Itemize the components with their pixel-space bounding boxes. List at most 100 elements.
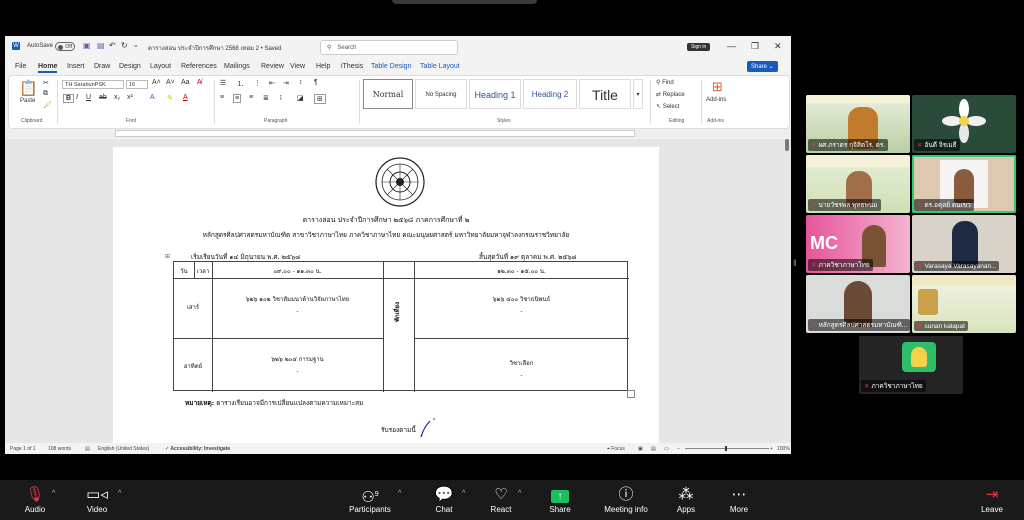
subscript-icon[interactable]: x₂ [114,94,120,101]
paste-icon[interactable]: 📋 [19,79,38,97]
format-painter-icon[interactable]: 🖌 [43,101,52,109]
zoom-level[interactable]: 100% [777,446,790,452]
justify-icon[interactable]: ≣ [263,94,269,102]
focus-button[interactable]: ⌖ Focus [607,446,625,452]
tab-design[interactable]: Design [119,63,141,70]
tab-ithesis[interactable]: iThesis [341,63,363,70]
numbering-icon[interactable]: ⒈ [237,79,244,89]
gallery-collapse-handle-icon[interactable]: ‖ [793,258,797,268]
select-button[interactable]: ↖ Select [656,103,679,110]
zoom-slider-thumb[interactable] [725,446,727,451]
zoom-in-icon[interactable]: + [770,446,773,452]
web-layout-icon[interactable]: ▭ [664,446,669,452]
font-color-icon[interactable]: A [183,94,188,101]
customize-qat-chevron-icon[interactable]: ⌄ [133,41,139,49]
cut-icon[interactable]: ✂ [43,79,49,87]
align-left-icon[interactable]: ≡ [220,94,224,101]
undo-icon[interactable]: ↶ [109,41,116,50]
schedule-table[interactable]: วัน เวลา ๐๙.๐๐ - ๑๑.๓๐ น. ๑๒.๓๐ - ๑๕.๐๐ … [173,261,629,392]
tab-insert[interactable]: Insert [67,63,85,70]
save-icon[interactable]: ▣ [83,41,91,50]
participant-tile[interactable]: ✕ Varasaya Varasayanan... [912,215,1016,273]
bold-icon[interactable]: B [63,94,75,103]
minimize-icon[interactable]: — [727,41,736,51]
language[interactable]: English (United States) [98,446,149,452]
signin-button[interactable]: Sign in [687,43,711,51]
tab-help[interactable]: Help [316,63,330,70]
leave-button[interactable]: ⇥ Leave [962,486,1022,514]
autosave-toggle[interactable]: Off [55,42,75,51]
tab-home[interactable]: Home [38,63,58,73]
copy-icon[interactable]: ⧉ [43,90,48,98]
accessibility-status[interactable]: ✓ Accessibility: Investigate [165,446,230,452]
redo-icon[interactable]: ↻ [121,41,128,50]
table-resize-handle[interactable] [627,390,635,398]
superscript-icon[interactable]: x² [127,94,133,101]
style-heading-2[interactable]: Heading 2 [523,79,577,109]
tab-table-layout[interactable]: Table Layout [420,63,460,70]
line-spacing-icon[interactable]: ↨ [279,94,283,101]
search-input[interactable]: ⚲ Search [320,40,458,55]
paste-label[interactable]: Paste [20,98,35,104]
style-title[interactable]: Title [579,79,631,109]
participant-tile[interactable]: MC ✕ ภาควิชาภาษาไทย [806,215,910,273]
strikethrough-icon[interactable]: ab [99,94,107,101]
addins-button[interactable]: Add-ins [706,97,726,103]
read-mode-icon[interactable]: ▣ [638,446,643,452]
proofing-icon[interactable]: ▤ [85,446,90,452]
tab-table-design[interactable]: Table Design [371,63,411,70]
text-effects-icon[interactable]: A [150,94,155,101]
show-marks-icon[interactable]: ¶ [314,79,318,86]
decrease-indent-icon[interactable]: ⇤ [269,79,275,87]
word-count[interactable]: 108 words [48,446,71,452]
align-center-icon[interactable]: ≡ [233,94,242,103]
sort-icon[interactable]: ↕ [299,79,303,86]
shading-icon[interactable]: ◪ [297,94,304,102]
change-case-icon[interactable]: Aa [181,79,190,86]
style-no-spacing[interactable]: No Spacing [415,79,467,109]
multilevel-list-icon[interactable]: ⋮ [254,79,261,87]
participants-button[interactable]: ⚇9 Participants [340,486,400,514]
style-heading-1[interactable]: Heading 1 [469,79,521,109]
tab-layout[interactable]: Layout [150,63,171,70]
shrink-font-icon[interactable]: A˅ [166,79,175,86]
font-size-field[interactable]: 16 [126,80,148,89]
participant-tile[interactable]: ✕ ผศ.ภราดร กุจิสิตโร, ดร. [806,95,910,153]
table-move-handle-icon[interactable]: ⊞ [165,253,170,260]
tab-file[interactable]: File [15,63,26,70]
participant-tile[interactable]: ✕ sunan kalapat [912,275,1016,333]
participant-tile[interactable]: ✕ ภาควิชาภาษาไทย [859,336,963,394]
find-button[interactable]: ⚲ Find [656,79,674,86]
document-title[interactable]: ตารางสอน ประจำปีการศึกษา 2568 เทอม 2 • S… [148,43,281,53]
video-options-chevron-icon[interactable]: ^ [118,490,121,497]
ruler-track[interactable] [115,130,635,137]
restore-icon[interactable]: ❐ [751,41,759,52]
audio-button[interactable]: 🎙 Audio [5,486,65,514]
tab-mailings[interactable]: Mailings [224,63,250,70]
document-page[interactable]: ตารางสอน ประจำปีการศึกษา ๒๕๖๘ ภาคการศึกษ… [113,147,659,447]
increase-indent-icon[interactable]: ⇥ [283,79,289,87]
meeting-info-button[interactable]: ⓘ Meeting info [596,486,656,514]
bullets-icon[interactable]: ☰ [220,79,226,87]
close-icon[interactable]: ✕ [774,41,782,52]
highlight-icon[interactable]: ✎ [167,94,173,102]
participant-tile[interactable]: ✕ อันดี จิรเมธี [912,95,1016,153]
tab-view[interactable]: View [290,63,305,70]
participant-tile[interactable]: ✕ นายวัชรพล พุทธพนม [806,155,910,213]
print-layout-icon[interactable]: ▤ [651,446,656,452]
italic-icon[interactable]: I [76,94,78,101]
chat-options-chevron-icon[interactable]: ^ [462,490,465,497]
zoom-out-icon[interactable]: − [677,446,680,452]
zoom-slider[interactable] [685,448,769,449]
styles-more-icon[interactable]: ▾ [633,79,643,109]
underline-icon[interactable]: U [86,94,91,101]
grow-font-icon[interactable]: A˄ [152,79,161,86]
participants-options-chevron-icon[interactable]: ^ [398,490,401,497]
clear-formatting-icon[interactable]: A̸ [197,79,202,86]
new-doc-icon[interactable]: ▤ [97,41,105,50]
apps-button[interactable]: ⁂ Apps [656,486,716,514]
tab-references[interactable]: References [181,63,217,70]
react-button[interactable]: ♡ React [471,486,531,514]
share-screen-button[interactable]: ↑ Share [530,486,590,514]
style-normal[interactable]: Normal [363,79,413,109]
